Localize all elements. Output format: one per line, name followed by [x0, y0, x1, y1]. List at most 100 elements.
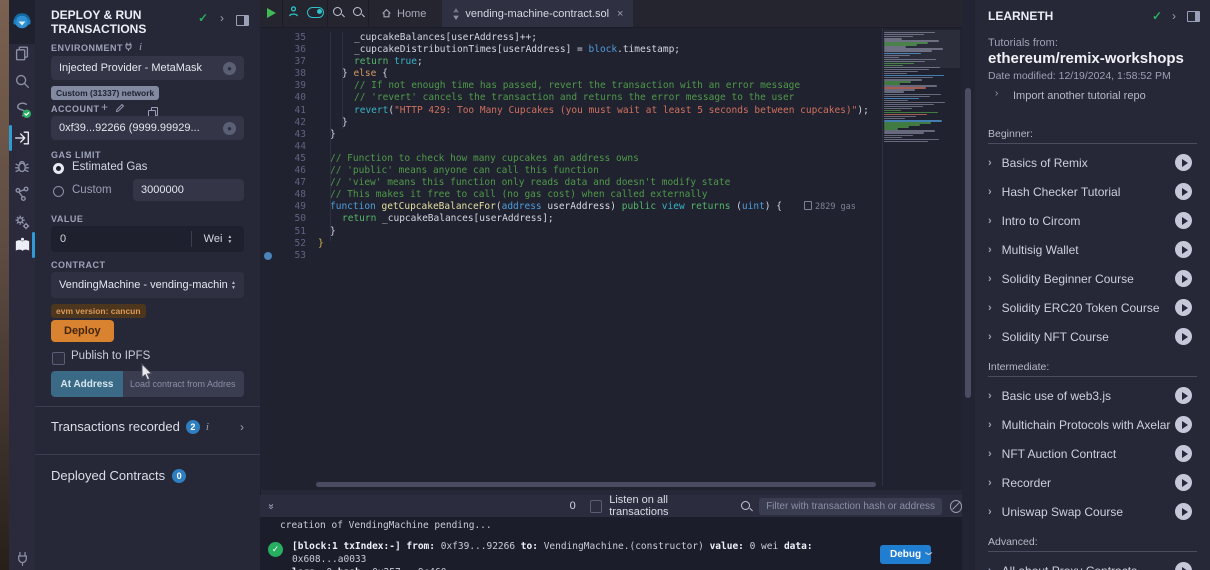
code-line[interactable]: 53 — [260, 250, 962, 262]
code-line[interactable]: 40// 'revert' cancels the transaction an… — [260, 92, 962, 104]
deploy-run-icon[interactable] — [9, 125, 35, 151]
transactions-info-icon[interactable]: i — [206, 421, 209, 433]
scrollbar-thumb[interactable] — [965, 88, 971, 398]
horizontal-scrollbar[interactable] — [316, 482, 876, 487]
tutorial-item[interactable]: ›Solidity ERC20 Token Course — [975, 293, 1210, 322]
transactions-expand-icon[interactable]: › — [240, 420, 244, 434]
add-account-icon[interactable]: + — [101, 100, 108, 114]
at-address-button[interactable]: At Address — [51, 371, 123, 397]
code-line[interactable]: 45// Function to check how many cupcakes… — [260, 153, 962, 165]
tutorial-item[interactable]: ›All about Proxy Contracts — [975, 556, 1210, 570]
publish-ipfs-checkbox[interactable] — [52, 352, 65, 365]
value-input[interactable]: 0 — [51, 233, 191, 245]
transactions-recorded-row[interactable]: Transactions recorded 2 i › — [51, 419, 244, 434]
code-line[interactable]: 43} — [260, 129, 962, 141]
copy-account-icon[interactable] — [148, 107, 157, 116]
panel-expand-icon[interactable]: › — [220, 11, 224, 25]
edit-account-icon[interactable] — [115, 103, 125, 113]
play-tutorial-icon[interactable] — [1175, 154, 1192, 171]
custom-gas-input[interactable]: 3000000 — [133, 179, 244, 201]
debugger-icon[interactable] — [9, 153, 35, 179]
play-tutorial-icon[interactable] — [1175, 212, 1192, 229]
terminal-filter-input[interactable]: Filter with transaction hash or address — [759, 498, 941, 515]
clear-console-icon[interactable] — [950, 500, 962, 513]
code-line[interactable]: 39// If not enough time has passed, reve… — [260, 80, 962, 92]
code-line[interactable]: 51} — [260, 226, 962, 238]
tutorial-item[interactable]: ›Solidity Beginner Course — [975, 264, 1210, 293]
tab-vending-machine-contract[interactable]: vending-machine-contract.sol × — [442, 0, 633, 27]
account-select-badge-icon[interactable]: ● — [223, 122, 236, 135]
code-line[interactable]: 36_cupcakeDistributionTimes[userAddress]… — [260, 44, 962, 56]
code-line[interactable]: 48// This makes it free to call (no gas … — [260, 189, 962, 201]
play-tutorial-icon[interactable] — [1175, 445, 1192, 462]
code-line[interactable]: 35_cupcakeBalances[userAddress]++; — [260, 32, 962, 44]
solidity-compiler-icon[interactable] — [9, 96, 35, 122]
play-tutorial-icon[interactable] — [1175, 416, 1192, 433]
toggle-icon[interactable] — [303, 5, 327, 23]
file-explorer-icon[interactable] — [9, 40, 35, 66]
estimated-gas-radio[interactable] — [53, 163, 64, 174]
tutorial-item[interactable]: ›Intro to Circom — [975, 206, 1210, 235]
environment-select[interactable]: Injected Provider - MetaMask ● — [51, 56, 244, 80]
code-line[interactable]: 38} else { — [260, 68, 962, 80]
home-tab[interactable]: Home — [369, 8, 438, 20]
learneth-pin-icon[interactable] — [1187, 11, 1200, 22]
play-tutorial-icon[interactable] — [1175, 474, 1192, 491]
code-line[interactable]: 52} — [260, 238, 962, 250]
zoom-out-icon[interactable]: - — [328, 5, 348, 23]
code-line[interactable]: 37return true; — [260, 56, 962, 68]
play-tutorial-icon[interactable] — [1175, 562, 1192, 570]
deploy-button[interactable]: Deploy — [51, 320, 114, 342]
code-line[interactable]: 42} — [260, 117, 962, 129]
custom-gas-radio[interactable] — [53, 186, 64, 197]
import-repo-link[interactable]: Import another tutorial repo — [1013, 90, 1146, 102]
tutorial-item[interactable]: ›Uniswap Swap Course — [975, 497, 1210, 526]
plugin-manager-icon[interactable] — [9, 545, 35, 570]
tutorial-item[interactable]: ›Basics of Remix — [975, 148, 1210, 177]
run-script-icon[interactable] — [260, 5, 282, 23]
value-unit-select[interactable]: Wei ▲▼ — [192, 233, 244, 245]
remix-logo[interactable] — [9, 0, 35, 44]
tx-log[interactable]: [block:1 txIndex:-] from: 0xf39...92266 … — [292, 540, 877, 570]
learneth-expand-icon[interactable]: › — [1172, 9, 1176, 23]
tutorial-item[interactable]: ›Recorder — [975, 468, 1210, 497]
play-tutorial-icon[interactable] — [1175, 183, 1192, 200]
tutorial-item[interactable]: ›Multisig Wallet — [975, 235, 1210, 264]
code-line[interactable]: 44 — [260, 141, 962, 153]
close-tab-icon[interactable]: × — [617, 8, 623, 20]
code-line[interactable]: 41revert("HTTP 429: Too Many Cupcakes (y… — [260, 105, 962, 117]
contract-select[interactable]: VendingMachine - vending-machin ▲▼ — [51, 272, 244, 298]
terminal-expand-icon[interactable]: » — [265, 503, 276, 509]
deployed-contracts-row[interactable]: Deployed Contracts 0 — [51, 468, 244, 483]
zoom-in-icon[interactable]: + — [348, 5, 368, 23]
panel-pin-icon[interactable] — [236, 15, 249, 26]
account-select[interactable]: 0xf39...92266 (9999.99929... ● — [51, 116, 244, 140]
tutorial-item[interactable]: ›Hash Checker Tutorial — [975, 177, 1210, 206]
tutorial-item[interactable]: ›NFT Auction Contract — [975, 439, 1210, 468]
code-line[interactable]: 47// 'view' means this function only rea… — [260, 177, 962, 189]
play-tutorial-icon[interactable] — [1175, 503, 1192, 520]
tx-collapse-icon[interactable]: ⌄ — [921, 545, 936, 558]
play-tutorial-icon[interactable] — [1175, 270, 1192, 287]
unit-stepper-icon[interactable]: ▲▼ — [227, 235, 232, 244]
play-tutorial-icon[interactable] — [1175, 241, 1192, 258]
play-tutorial-icon[interactable] — [1175, 328, 1192, 345]
environment-info-icon[interactable]: i — [139, 41, 142, 53]
search-icon[interactable] — [9, 68, 35, 94]
play-tutorial-icon[interactable] — [1175, 299, 1192, 316]
code-line[interactable]: 49function getCupcakeBalanceFor(address … — [260, 201, 962, 213]
listen-transactions-checkbox[interactable] — [590, 500, 603, 513]
walkthrough-icon[interactable] — [283, 5, 303, 23]
code-line[interactable]: 50return _cupcakeBalances[userAddress]; — [260, 213, 962, 225]
tutorial-item[interactable]: ›Solidity NFT Course — [975, 322, 1210, 351]
analysis-icon[interactable] — [9, 181, 35, 207]
learneth-icon[interactable] — [9, 232, 35, 258]
minimap-slider[interactable] — [884, 30, 960, 68]
breakpoint-icon[interactable] — [264, 252, 272, 260]
code-line[interactable]: 46// 'public' means anyone can call this… — [260, 165, 962, 177]
play-tutorial-icon[interactable] — [1175, 387, 1192, 404]
tutorial-item[interactable]: ›Multichain Protocols with Axelar — [975, 410, 1210, 439]
code-editor[interactable]: 35_cupcakeBalances[userAddress]++;36_cup… — [260, 28, 962, 490]
tutorial-item[interactable]: ›Basic use of web3.js — [975, 381, 1210, 410]
environment-select-badge-icon[interactable]: ● — [223, 62, 236, 75]
